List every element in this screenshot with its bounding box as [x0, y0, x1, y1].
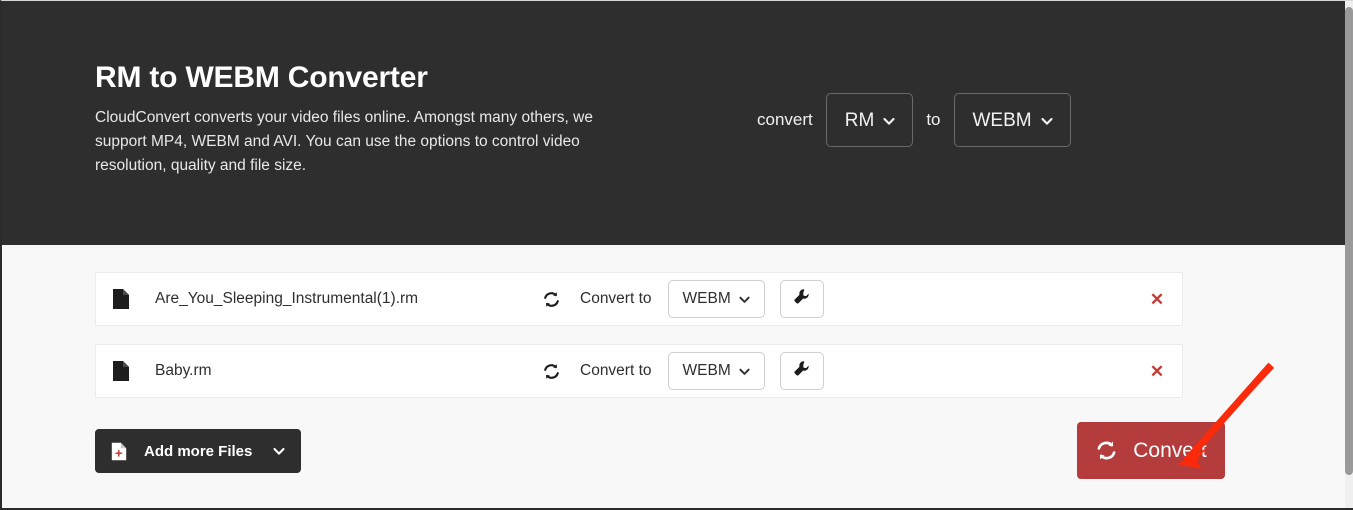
scrollbar-thumb[interactable]: [1345, 7, 1353, 475]
file-row-controls: Convert to WEBM: [542, 345, 824, 397]
header-format-selector: convert RM to WEBM: [757, 93, 1071, 147]
convert-button-label: Convert: [1133, 438, 1207, 462]
file-options-button[interactable]: [779, 352, 824, 390]
row-target-format-value: WEBM: [682, 362, 731, 379]
add-more-files-label: Add more Files: [144, 442, 253, 460]
file-name: Are_You_Sleeping_Instrumental(1).rm: [155, 290, 419, 307]
main-content: Are_You_Sleeping_Instrumental(1).rm Conv…: [2, 245, 1347, 508]
sync-icon: [542, 362, 561, 381]
file-name: Baby.rm: [155, 362, 212, 379]
close-icon: ✕: [1149, 361, 1165, 381]
hero-header: RM to WEBM Converter CloudConvert conver…: [2, 1, 1347, 245]
sync-icon: [1095, 439, 1118, 462]
file-add-icon: [111, 442, 127, 461]
chevron-down-icon: [739, 294, 750, 305]
scrollbar-track[interactable]: [1345, 1, 1353, 508]
convert-to-label: Convert to: [580, 290, 652, 307]
remove-file-button[interactable]: ✕: [1144, 358, 1170, 384]
file-list: Are_You_Sleeping_Instrumental(1).rm Conv…: [95, 272, 1183, 398]
file-icon: [112, 360, 130, 382]
to-label: to: [926, 110, 941, 129]
source-format-value: RM: [844, 109, 875, 131]
add-more-files-button[interactable]: Add more Files: [95, 429, 301, 473]
browser-viewport: RM to WEBM Converter CloudConvert conver…: [0, 0, 1353, 510]
chevron-down-icon: [1041, 115, 1053, 126]
table-row: Baby.rm Convert to WEBM ✕: [95, 344, 1183, 398]
wrench-icon: [793, 360, 810, 382]
chevron-down-icon: [255, 445, 285, 457]
page-title: RM to WEBM Converter: [95, 61, 428, 94]
file-icon: [112, 288, 130, 310]
chevron-down-icon: [883, 115, 895, 126]
table-row: Are_You_Sleeping_Instrumental(1).rm Conv…: [95, 272, 1183, 326]
close-icon: ✕: [1149, 289, 1165, 309]
page-description: CloudConvert converts your video files o…: [95, 109, 593, 174]
convert-button[interactable]: Convert: [1077, 422, 1225, 479]
source-format-dropdown[interactable]: RM: [825, 93, 914, 147]
convert-label: convert: [757, 110, 813, 129]
wrench-icon: [793, 288, 810, 310]
sync-icon: [542, 290, 561, 309]
row-target-format-dropdown[interactable]: WEBM: [667, 352, 765, 390]
chevron-down-icon: [739, 366, 750, 377]
action-bar: Add more Files Convert: [95, 422, 1225, 479]
row-target-format-dropdown[interactable]: WEBM: [667, 280, 765, 318]
target-format-value: WEBM: [972, 109, 1032, 131]
remove-file-button[interactable]: ✕: [1144, 286, 1170, 312]
file-options-button[interactable]: [779, 280, 824, 318]
row-target-format-value: WEBM: [682, 290, 731, 307]
target-format-dropdown[interactable]: WEBM: [953, 93, 1071, 147]
file-row-controls: Convert to WEBM: [542, 273, 824, 325]
convert-to-label: Convert to: [580, 362, 652, 379]
